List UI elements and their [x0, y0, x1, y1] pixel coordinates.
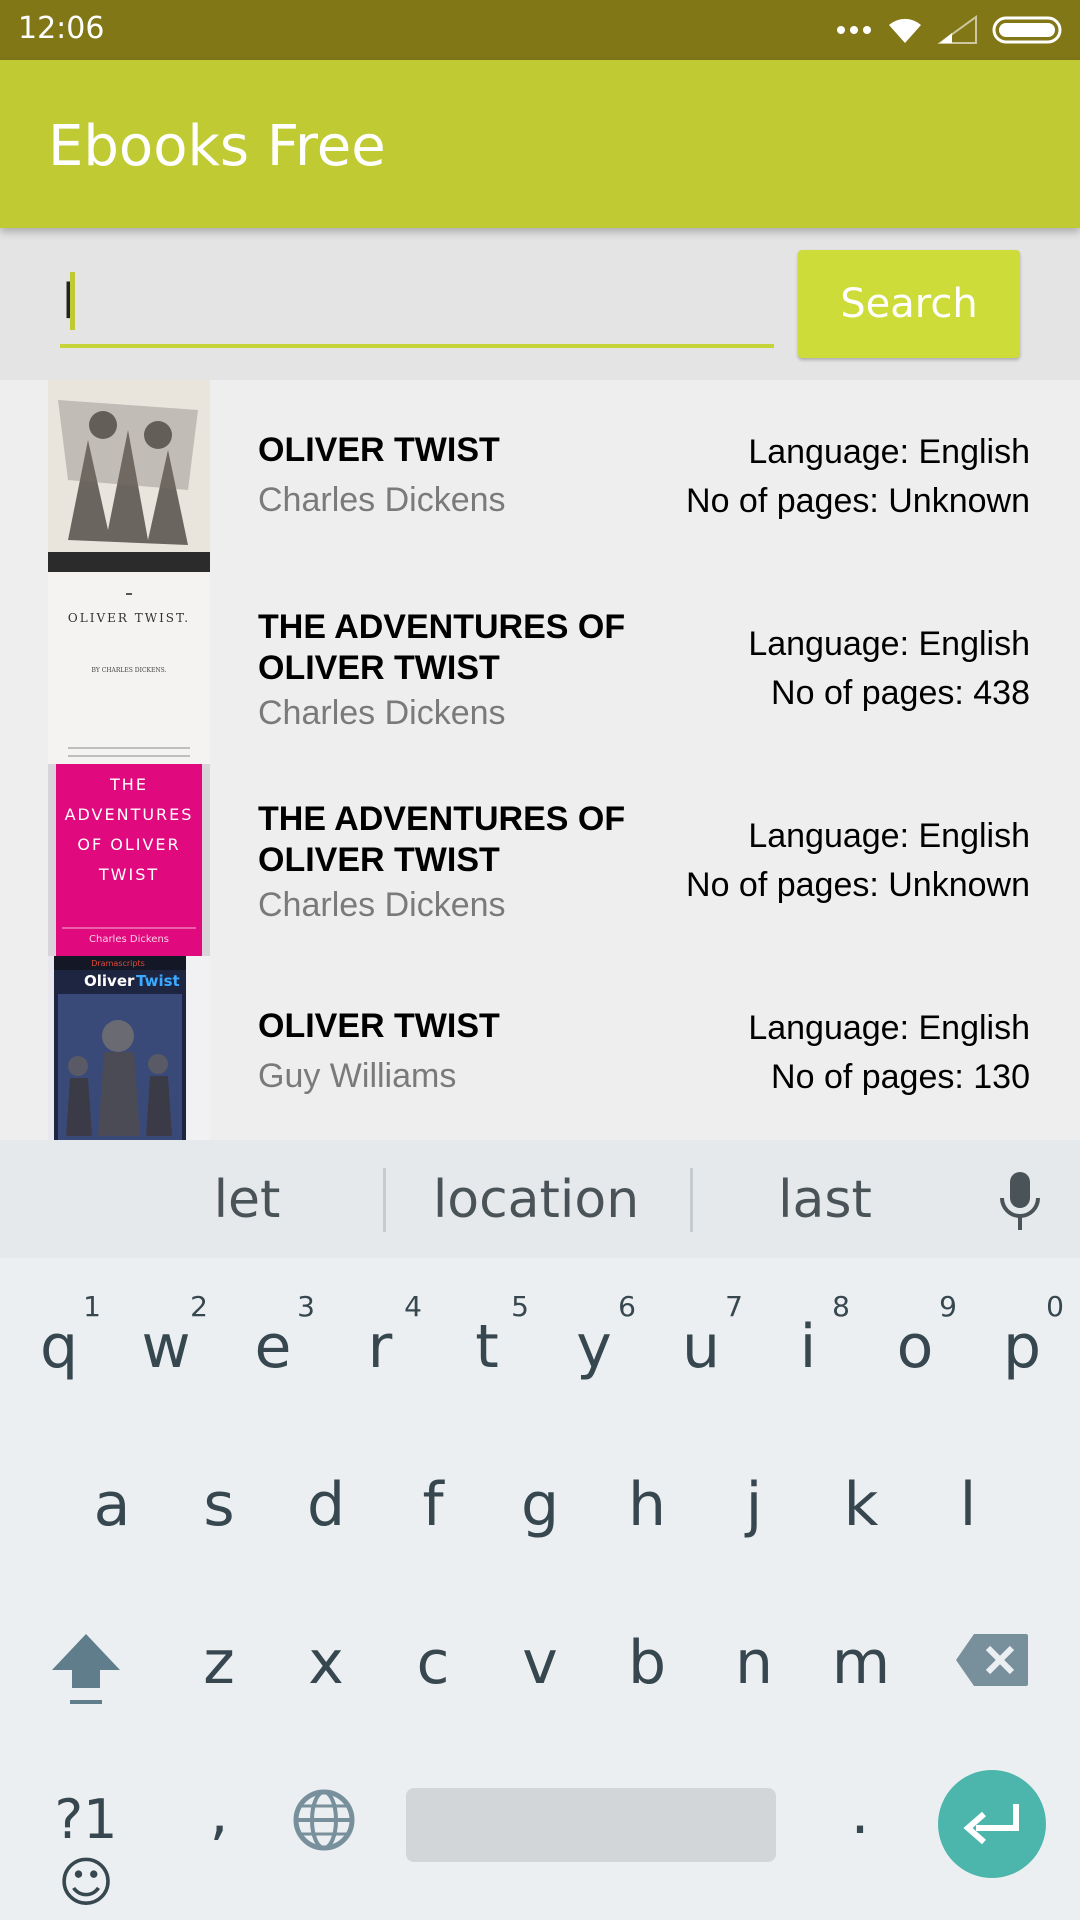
key-r[interactable]: r4 [332, 1290, 428, 1382]
key-v[interactable]: v [492, 1628, 588, 1698]
key-n[interactable]: n [706, 1628, 802, 1698]
key-l[interactable]: l [920, 1470, 1016, 1540]
book-title: THE ADVENTURES OF OLIVER TWIST [258, 800, 626, 879]
book-cover [48, 380, 210, 572]
book-title: OLIVER TWIST [258, 1007, 500, 1045]
svg-text:ADVENTURES: ADVENTURES [65, 805, 194, 824]
key-c[interactable]: c [385, 1628, 481, 1698]
signal-icon [938, 15, 977, 44]
battery-icon [992, 16, 1062, 44]
book-cover: Dramascripts Oliver Twist [48, 956, 210, 1140]
suggestion-divider [690, 1168, 693, 1232]
svg-text:OLIVER TWIST.: OLIVER TWIST. [68, 611, 190, 625]
search-input[interactable] [60, 268, 774, 348]
book-list[interactable]: OLIVER TWIST Charles Dickens Language: E… [0, 380, 1080, 1140]
key-a[interactable]: a [64, 1470, 160, 1540]
book-meta: Language: English No of pages: 438 [748, 620, 1030, 718]
book-author: Charles Dickens [258, 694, 506, 732]
key-t[interactable]: t5 [439, 1290, 535, 1382]
microphone-icon[interactable] [994, 1170, 1046, 1234]
app-bar: Ebooks Free [0, 60, 1080, 228]
key-comma[interactable]: , [171, 1778, 267, 1848]
space-key[interactable] [406, 1788, 776, 1862]
book-language: Language: English [748, 433, 1030, 471]
key-f[interactable]: f [385, 1470, 481, 1540]
book-meta: Language: English No of pages: 130 [748, 1004, 1030, 1102]
suggestion-1[interactable]: let [150, 1170, 344, 1230]
book-language: Language: English [748, 625, 1030, 663]
list-item[interactable]: OLIVER TWIST. BY CHARLES DICKENS. THE AD… [0, 572, 1080, 764]
key-b[interactable]: b [599, 1628, 695, 1698]
key-k[interactable]: k [813, 1470, 909, 1540]
status-bar: 12:06 [0, 0, 1080, 60]
key-u[interactable]: u7 [653, 1290, 749, 1382]
svg-text:TWIST: TWIST [98, 865, 159, 884]
book-language: Language: English [748, 817, 1030, 855]
book-author: Guy Williams [258, 1057, 457, 1095]
suggestion-strip: let location last [0, 1140, 1080, 1260]
book-title: OLIVER TWIST [258, 431, 500, 469]
key-p[interactable]: p0 [974, 1290, 1070, 1382]
list-item[interactable]: OLIVER TWIST Charles Dickens Language: E… [0, 380, 1080, 572]
key-w[interactable]: w2 [118, 1290, 214, 1382]
enter-key[interactable] [938, 1770, 1046, 1878]
key-e[interactable]: e3 [225, 1290, 321, 1382]
shift-icon[interactable] [48, 1630, 124, 1710]
key-d[interactable]: d [278, 1470, 374, 1540]
svg-text:BY CHARLES DICKENS.: BY CHARLES DICKENS. [92, 667, 167, 674]
list-item[interactable]: THE ADVENTURES OF OLIVER TWIST Charles D… [0, 764, 1080, 956]
list-item[interactable]: Dramascripts Oliver Twist OLIVER TWIST G… [0, 956, 1080, 1140]
backspace-icon[interactable] [954, 1632, 1030, 1688]
suggestion-2[interactable]: location [410, 1170, 662, 1230]
book-title: THE ADVENTURES OF OLIVER TWIST [258, 608, 626, 687]
book-cover: OLIVER TWIST. BY CHARLES DICKENS. [48, 572, 210, 764]
enter-icon [963, 1804, 1019, 1845]
text-cursor [70, 272, 75, 330]
globe-icon[interactable] [292, 1788, 356, 1852]
key-q[interactable]: q1 [11, 1290, 107, 1382]
search-area: l Search [0, 228, 1080, 380]
status-time: 12:06 [18, 11, 105, 46]
key-x[interactable]: x [278, 1628, 374, 1698]
key-s[interactable]: s [171, 1470, 267, 1540]
key-m[interactable]: m [813, 1628, 909, 1698]
svg-text:OF OLIVER: OF OLIVER [77, 835, 180, 854]
book-pages: No of pages: Unknown [686, 866, 1030, 904]
key-h[interactable]: h [599, 1470, 695, 1540]
book-author: Charles Dickens [258, 886, 506, 924]
book-pages: No of pages: 438 [771, 674, 1030, 712]
key-o[interactable]: o9 [867, 1290, 963, 1382]
svg-text:Twist: Twist [136, 972, 180, 990]
key-period[interactable]: . [812, 1778, 908, 1848]
keyboard: q1 w2 e3 r4 t5 y6 u7 i8 o9 p0 a s d f g … [0, 1258, 1080, 1920]
status-icons [836, 12, 1066, 48]
search-button[interactable]: Search [798, 250, 1020, 358]
book-language: Language: English [748, 1009, 1030, 1047]
svg-text:Charles Dickens: Charles Dickens [89, 934, 169, 945]
svg-text:Dramascripts: Dramascripts [91, 959, 145, 968]
book-pages: No of pages: 130 [771, 1058, 1030, 1096]
svg-text:Oliver: Oliver [84, 972, 135, 990]
book-meta: Language: English No of pages: Unknown [686, 812, 1030, 910]
more-dots-icon [837, 26, 871, 34]
suggestion-3[interactable]: last [728, 1170, 922, 1230]
book-meta: Language: English No of pages: Unknown [686, 428, 1030, 526]
wifi-icon [889, 18, 921, 43]
key-i[interactable]: i8 [760, 1290, 856, 1382]
book-author: Charles Dickens [258, 481, 506, 519]
book-pages: No of pages: Unknown [686, 482, 1030, 520]
svg-text:THE: THE [109, 775, 148, 794]
key-j[interactable]: j [706, 1470, 802, 1540]
key-y[interactable]: y6 [546, 1290, 642, 1382]
key-g[interactable]: g [492, 1470, 588, 1540]
key-z[interactable]: z [171, 1628, 267, 1698]
symbols-key[interactable]: ?1☺ [28, 1788, 144, 1914]
book-cover: THE ADVENTURES OF OLIVER TWIST Charles D… [48, 764, 210, 956]
suggestion-divider [383, 1168, 386, 1232]
app-title: Ebooks Free [48, 114, 386, 179]
